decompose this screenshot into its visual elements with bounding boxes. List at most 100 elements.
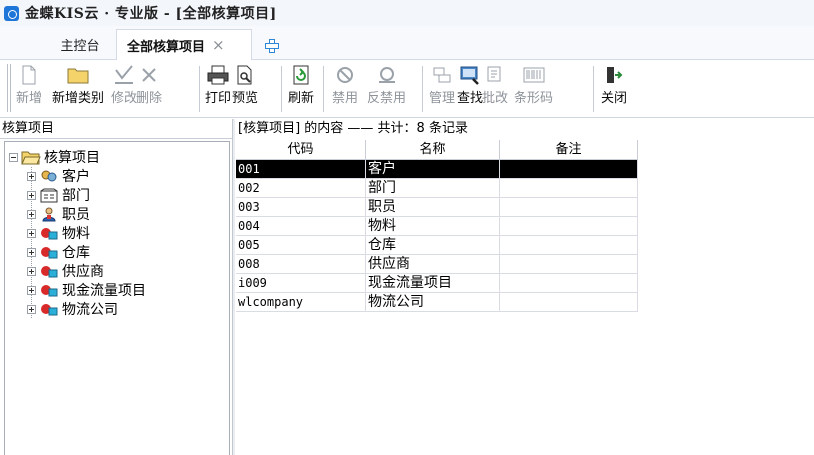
cell-note	[500, 293, 638, 311]
tab-home-label: 主控台	[60, 39, 100, 54]
customer-icon	[39, 169, 59, 184]
tree-item-cashflow[interactable]: 现金流量项目	[27, 282, 146, 299]
tree-item-label: 供应商	[62, 264, 104, 280]
expand-icon[interactable]	[27, 247, 36, 257]
title-bar: 金蝶KIS云 · 专业版 - [全部核算项目]	[0, 0, 814, 26]
toolbar-separator	[422, 66, 423, 112]
item-icon	[39, 283, 59, 298]
content-summary: [核算项目] 的内容 —— 共计：8 条记录	[238, 121, 468, 136]
item-icon	[39, 302, 59, 317]
print-icon	[203, 63, 233, 87]
expand-icon[interactable]	[27, 304, 36, 314]
collapse-icon[interactable]	[9, 152, 18, 162]
expand-icon[interactable]	[27, 266, 36, 276]
table-row[interactable]: 001 客户	[236, 160, 638, 179]
ban-icon	[330, 63, 360, 87]
column-header-code[interactable]: 代码	[236, 140, 366, 159]
cell-note	[500, 255, 638, 273]
new-button[interactable]: 新增	[14, 62, 44, 114]
batch-edit-icon	[480, 63, 510, 87]
print-button[interactable]: 打印	[203, 62, 233, 114]
folder-icon	[63, 63, 93, 87]
cell-note	[500, 217, 638, 235]
cell-name: 物料	[366, 217, 500, 235]
table-row[interactable]: 004 物料	[236, 217, 638, 236]
table-row[interactable]: 005 仓库	[236, 236, 638, 255]
tree-item-logistics[interactable]: 物流公司	[27, 301, 118, 318]
tree-item-department[interactable]: 部门	[27, 187, 90, 204]
tree-root[interactable]: 核算项目	[9, 149, 100, 166]
column-header-note[interactable]: 备注	[500, 140, 638, 159]
open-folder-icon	[21, 150, 41, 165]
tree-item-warehouse[interactable]: 仓库	[27, 244, 90, 261]
cell-note	[500, 236, 638, 254]
cell-note	[500, 179, 638, 197]
table-row[interactable]: 003 职员	[236, 198, 638, 217]
refresh-icon	[286, 63, 316, 87]
expand-icon[interactable]	[27, 209, 36, 219]
refresh-button[interactable]: 刷新	[286, 62, 316, 114]
cell-name: 职员	[366, 198, 500, 216]
cell-note	[500, 198, 638, 216]
tree-root-label: 核算项目	[44, 150, 100, 166]
delete-icon	[134, 63, 164, 87]
cell-name: 供应商	[366, 255, 500, 273]
close-button[interactable]: 关闭	[599, 62, 629, 114]
employee-icon	[39, 207, 59, 222]
tree-item-label: 仓库	[62, 245, 90, 261]
cell-code: wlcompany	[236, 293, 366, 311]
cell-code: 001	[236, 160, 366, 178]
data-grid: 代码 名称 备注 001 客户 002 部门 003 职员 004 物料 005…	[236, 140, 638, 312]
toolbar-separator	[199, 66, 200, 112]
panel-splitter[interactable]	[232, 119, 235, 455]
tree-item-material[interactable]: 物料	[27, 225, 90, 242]
toolbar-separator	[281, 66, 282, 112]
app-logo-icon	[4, 5, 19, 21]
unban-icon	[372, 63, 402, 87]
tree-item-customer[interactable]: 客户	[27, 168, 90, 185]
manage-button[interactable]: 管理	[427, 62, 457, 114]
tab-active-label: 全部核算项目	[127, 39, 206, 55]
cell-name: 仓库	[366, 236, 500, 254]
table-row[interactable]: wlcompany 物流公司	[236, 293, 638, 312]
column-header-name[interactable]: 名称	[366, 140, 500, 159]
tab-all-accounting-items[interactable]: 全部核算项目 ×	[116, 29, 252, 60]
tree-view[interactable]: 核算项目 客户 部门 职员 物料 仓库 供应商 现金流量项目 物流公司	[4, 141, 230, 455]
tree-item-label: 部门	[62, 188, 90, 204]
new-doc-icon	[14, 63, 44, 87]
cell-code: 004	[236, 217, 366, 235]
tree-item-supplier[interactable]: 供应商	[27, 263, 104, 280]
toolbar-grip[interactable]	[7, 64, 11, 112]
toolbar-separator	[593, 66, 594, 112]
expand-icon[interactable]	[27, 228, 36, 238]
exit-icon	[599, 63, 629, 87]
table-row[interactable]: i009 现金流量项目	[236, 274, 638, 293]
cell-code: 002	[236, 179, 366, 197]
batch-edit-button[interactable]: 批改	[480, 62, 510, 114]
tree-item-label: 物料	[62, 226, 90, 242]
grid-header: 代码 名称 备注	[236, 140, 638, 160]
barcode-button[interactable]: 条形码	[514, 62, 553, 114]
expand-icon[interactable]	[27, 285, 36, 295]
tree-item-label: 职员	[62, 207, 90, 223]
table-row[interactable]: 002 部门	[236, 179, 638, 198]
toolbar-separator	[323, 66, 324, 112]
delete-button[interactable]: 删除	[134, 62, 164, 114]
enable-button[interactable]: 反禁用	[367, 62, 406, 114]
tree-item-employee[interactable]: 职员	[27, 206, 90, 223]
cell-name: 现金流量项目	[366, 274, 500, 292]
expand-icon[interactable]	[27, 171, 36, 181]
table-row[interactable]: 008 供应商	[236, 255, 638, 274]
tab-close-icon[interactable]: ×	[212, 36, 225, 54]
barcode-icon	[519, 63, 549, 87]
manage-icon	[427, 63, 457, 87]
cell-name: 客户	[366, 160, 500, 178]
tree-item-label: 物流公司	[62, 302, 118, 318]
disable-button[interactable]: 禁用	[330, 62, 360, 114]
expand-icon[interactable]	[27, 190, 36, 200]
tab-home[interactable]: 主控台	[48, 29, 112, 60]
add-tab-button[interactable]	[258, 29, 284, 60]
preview-button[interactable]: 预览	[230, 62, 260, 114]
tree-item-label: 现金流量项目	[62, 283, 146, 299]
new-category-button[interactable]: 新增类别	[52, 62, 104, 114]
